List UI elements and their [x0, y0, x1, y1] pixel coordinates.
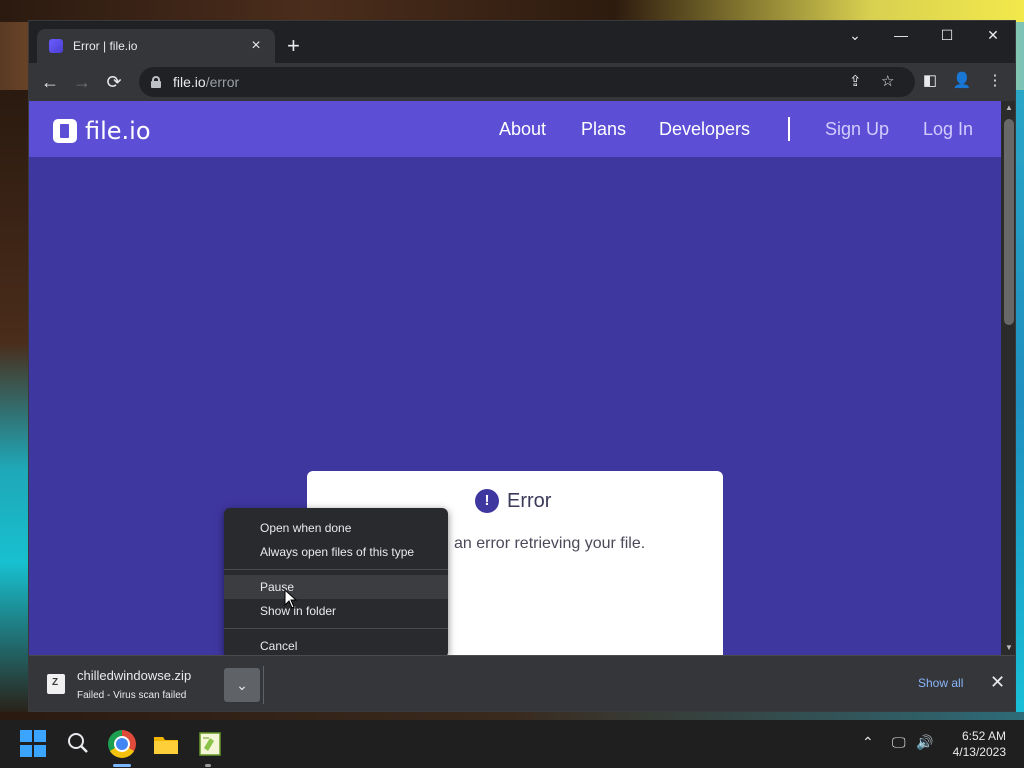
close-window-button[interactable]: ✕	[978, 27, 1008, 44]
zip-file-icon	[47, 674, 65, 694]
running-app-indicator	[205, 764, 211, 767]
reload-icon[interactable]: ⟳	[101, 69, 127, 95]
search-icon[interactable]	[65, 730, 93, 758]
desktop-wallpaper-left	[0, 90, 30, 720]
error-card-header: ! Error	[475, 489, 551, 513]
menu-item-pause[interactable]: Pause	[224, 575, 448, 599]
chevron-up-icon[interactable]: ⌃	[862, 734, 874, 751]
page-viewport: file.io About Plans Developers Sign Up L…	[29, 101, 1001, 655]
show-all-link[interactable]: Show all	[918, 676, 963, 690]
url-host: file.io	[173, 74, 206, 90]
tab-title: Error | file.io	[73, 39, 138, 53]
chrome-taskbar-icon[interactable]	[108, 730, 136, 758]
nav-link-about[interactable]: About	[499, 119, 546, 140]
browser-window: Error | file.io × + ⌄ — ☐ ✕ ← → ⟳ file.i…	[28, 20, 1016, 712]
download-status: Failed - Virus scan failed	[77, 690, 187, 701]
forward-arrow-icon[interactable]: →	[69, 69, 95, 95]
active-app-indicator	[113, 764, 131, 767]
menu-separator	[224, 569, 448, 570]
notepad-plus-icon[interactable]	[196, 730, 224, 758]
tab-close-icon[interactable]: ×	[247, 37, 265, 55]
download-context-menu: Open when done Always open files of this…	[224, 508, 448, 658]
desktop-wallpaper-top	[0, 0, 1024, 22]
close-shelf-icon[interactable]: ✕	[990, 672, 1005, 693]
lock-icon[interactable]	[151, 76, 161, 88]
menu-separator	[224, 628, 448, 629]
error-title: Error	[507, 489, 552, 512]
desktop-wallpaper-bottom	[0, 712, 1024, 720]
scroll-thumb[interactable]	[1004, 119, 1014, 325]
nav-link-plans[interactable]: Plans	[581, 119, 626, 140]
download-file-name[interactable]: chilledwindowse.zip	[77, 668, 191, 683]
volume-icon[interactable]: 🔊	[916, 734, 933, 751]
profile-icon[interactable]: 👤	[951, 71, 973, 89]
url-path: /error	[205, 74, 240, 90]
menu-item-open-when-done[interactable]: Open when done	[224, 516, 448, 540]
clock-date: 4/13/2023	[952, 745, 1006, 759]
minimize-button[interactable]: —	[886, 27, 916, 43]
tab-error-file-io[interactable]: Error | file.io ×	[37, 29, 275, 63]
log-in-link[interactable]: Log In	[923, 119, 973, 140]
sign-up-link[interactable]: Sign Up	[825, 119, 889, 140]
browser-menu-icon[interactable]: ⋮	[984, 71, 1006, 89]
download-shelf: chilledwindowse.zip Failed - Virus scan …	[29, 655, 1015, 711]
file-io-logo-icon	[53, 119, 77, 143]
clock-time: 6:52 AM	[961, 729, 1006, 743]
new-tab-button[interactable]: +	[287, 35, 300, 57]
exclamation-icon: !	[475, 489, 499, 513]
file-explorer-icon[interactable]	[152, 730, 180, 758]
windows-taskbar: ⌃ 🖵 🔊 6:52 AM 4/13/2023	[0, 720, 1024, 768]
windows-start-icon[interactable]	[20, 730, 48, 758]
bookmark-star-icon[interactable]: ☆	[881, 72, 894, 90]
menu-item-always-open-type[interactable]: Always open files of this type	[224, 540, 448, 564]
title-bar: Error | file.io × + ⌄ — ☐ ✕	[29, 21, 1015, 63]
scroll-up-arrow-icon[interactable]: ▲	[1005, 103, 1013, 112]
page-scrollbar[interactable]: ▲ ▼	[1001, 101, 1015, 655]
download-options-chevron-icon[interactable]: ⌄	[224, 668, 260, 702]
site-header: file.io About Plans Developers Sign Up L…	[29, 101, 1001, 157]
shelf-divider	[263, 666, 264, 704]
share-icon[interactable]: ⇪	[849, 72, 862, 90]
side-panel-icon[interactable]: ◧	[919, 71, 941, 89]
tab-search-dropdown-icon[interactable]: ⌄	[840, 27, 870, 44]
network-icon[interactable]: 🖵	[892, 734, 906, 751]
nav-divider	[788, 117, 790, 141]
system-clock[interactable]: 6:52 AM 4/13/2023	[946, 728, 1006, 760]
file-io-favicon-icon	[49, 39, 63, 53]
nav-link-developers[interactable]: Developers	[659, 119, 750, 140]
scroll-down-arrow-icon[interactable]: ▼	[1005, 643, 1013, 652]
back-arrow-icon[interactable]: ←	[37, 69, 63, 95]
maximize-button[interactable]: ☐	[932, 27, 962, 44]
browser-toolbar: ← → ⟳ file.io/error ⇪ ☆ ◧ 👤 ⋮	[29, 63, 1015, 101]
logo-text: file.io	[85, 117, 151, 145]
address-bar[interactable]: file.io/error ⇪ ☆	[139, 67, 915, 97]
file-io-logo[interactable]: file.io	[53, 117, 151, 145]
error-message: an error retrieving your file.	[454, 535, 646, 552]
menu-item-show-in-folder[interactable]: Show in folder	[224, 599, 448, 623]
